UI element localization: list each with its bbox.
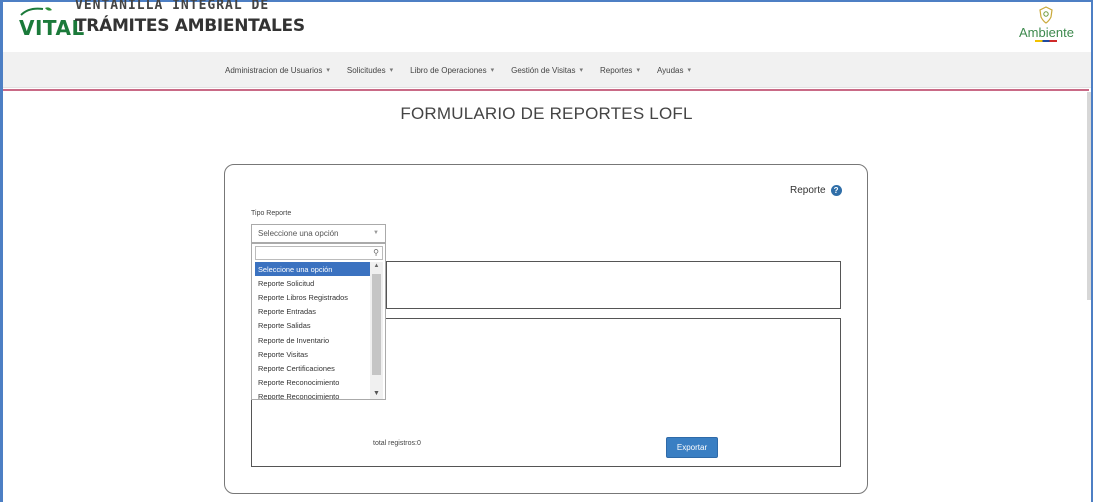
dropdown-option[interactable]: Reporte Salidas <box>255 319 370 333</box>
ministry-emblem-icon <box>1039 6 1053 24</box>
nav-item[interactable]: Administracion de Usuarios ▾ <box>225 66 330 75</box>
caret-down-icon: ▾ <box>389 67 394 74</box>
nav-item-label: Gestión de Visitas <box>511 65 576 75</box>
chevron-down-icon: ▼ <box>373 230 379 236</box>
logo-tagline-bottom: TRÁMITES AMBIENTALES <box>75 16 305 36</box>
ambiente-brand[interactable]: Ambiente <box>1019 6 1074 52</box>
dropdown-option[interactable]: Reporte Reconocimiento <box>255 390 370 399</box>
tipo-reporte-select[interactable]: Seleccione una opción ▼ <box>251 224 386 243</box>
dropdown-option[interactable]: Seleccione una opción <box>255 262 370 277</box>
page-scrollbar[interactable] <box>1087 92 1091 300</box>
caret-down-icon: ▾ <box>687 67 692 74</box>
tipo-reporte-label: Tipo Reporte <box>251 210 292 217</box>
scroll-down-icon[interactable]: ▼ <box>370 390 383 397</box>
dropdown-option[interactable]: Reporte Solicitud <box>255 276 370 290</box>
site-header: VITAL VENTANILLA INTEGRAL DE TRÁMITES AM… <box>3 0 1091 52</box>
export-button[interactable]: Exportar <box>666 437 718 458</box>
nav-item-label: Libro de Operaciones <box>410 65 487 75</box>
dropdown-option[interactable]: Reporte Libros Registrados <box>255 290 370 304</box>
dropdown-option[interactable]: Reporte Certificaciones <box>255 361 370 375</box>
caret-down-icon: ▾ <box>636 67 640 74</box>
dropdown-option[interactable]: Reporte Reconocimiento <box>255 376 370 390</box>
dropdown-search-input[interactable]: ⚲ <box>255 246 383 260</box>
report-help-label: Reporte <box>790 185 826 196</box>
total-records: total registros:0 <box>373 440 421 447</box>
main-navbar: Administracion de Usuarios ▾ Solicitudes ▾ L… <box>3 52 1091 88</box>
logo-tagline-top: VENTANILLA INTEGRAL DE <box>75 0 270 13</box>
report-help[interactable]: Reporte ? <box>790 185 842 196</box>
dropdown-scrollbar[interactable]: ▲ ▼ <box>370 262 383 399</box>
nav-item-label: Ayudas <box>656 65 684 75</box>
nav-item-label: Administracion de Usuarios <box>225 65 323 75</box>
nav-item[interactable]: Solicitudes ▾ <box>347 66 393 75</box>
navbar-accent-line <box>3 89 1089 91</box>
dropdown-option[interactable]: Reporte Entradas <box>255 305 370 319</box>
flag-stripe <box>1035 40 1057 42</box>
tipo-reporte-dropdown: ⚲ Seleccione una opción Reporte Solicitud… <box>251 243 386 400</box>
scroll-up-icon[interactable]: ▲ <box>370 263 383 269</box>
page-title: FORMULARIO DE REPORTES LOFL <box>400 104 693 123</box>
nav-item[interactable]: Gestión de Visitas ▾ <box>511 66 583 75</box>
leaf-swoosh-icon <box>20 7 52 16</box>
help-icon[interactable]: ? <box>830 185 842 196</box>
nav-item[interactable]: Libro de Operaciones ▾ <box>410 66 494 75</box>
nav-item-label: Solicitudes <box>346 65 386 75</box>
ambiente-label: Ambiente <box>1019 25 1074 40</box>
select-value: Seleccione una opción <box>258 229 339 238</box>
dropdown-option[interactable]: Reporte Visitas <box>255 347 370 361</box>
search-icon: ⚲ <box>373 248 379 257</box>
nav-menu: Administracion de Usuarios ▾ Solicitudes ▾ L… <box>225 52 708 88</box>
caret-down-icon: ▾ <box>490 67 495 74</box>
caret-down-icon: ▾ <box>579 67 583 74</box>
dropdown-options: Seleccione una opción Reporte Solicitud Re… <box>255 262 370 399</box>
dropdown-option[interactable]: Reporte de Inventario <box>255 333 370 347</box>
nav-item-label: Reportes <box>599 65 633 75</box>
scroll-thumb[interactable] <box>372 274 381 375</box>
results-panel-top <box>386 261 841 309</box>
nav-item[interactable]: Reportes ▾ <box>600 66 640 75</box>
caret-down-icon: ▾ <box>326 67 330 74</box>
nav-item[interactable]: Ayudas ▾ <box>657 66 691 75</box>
